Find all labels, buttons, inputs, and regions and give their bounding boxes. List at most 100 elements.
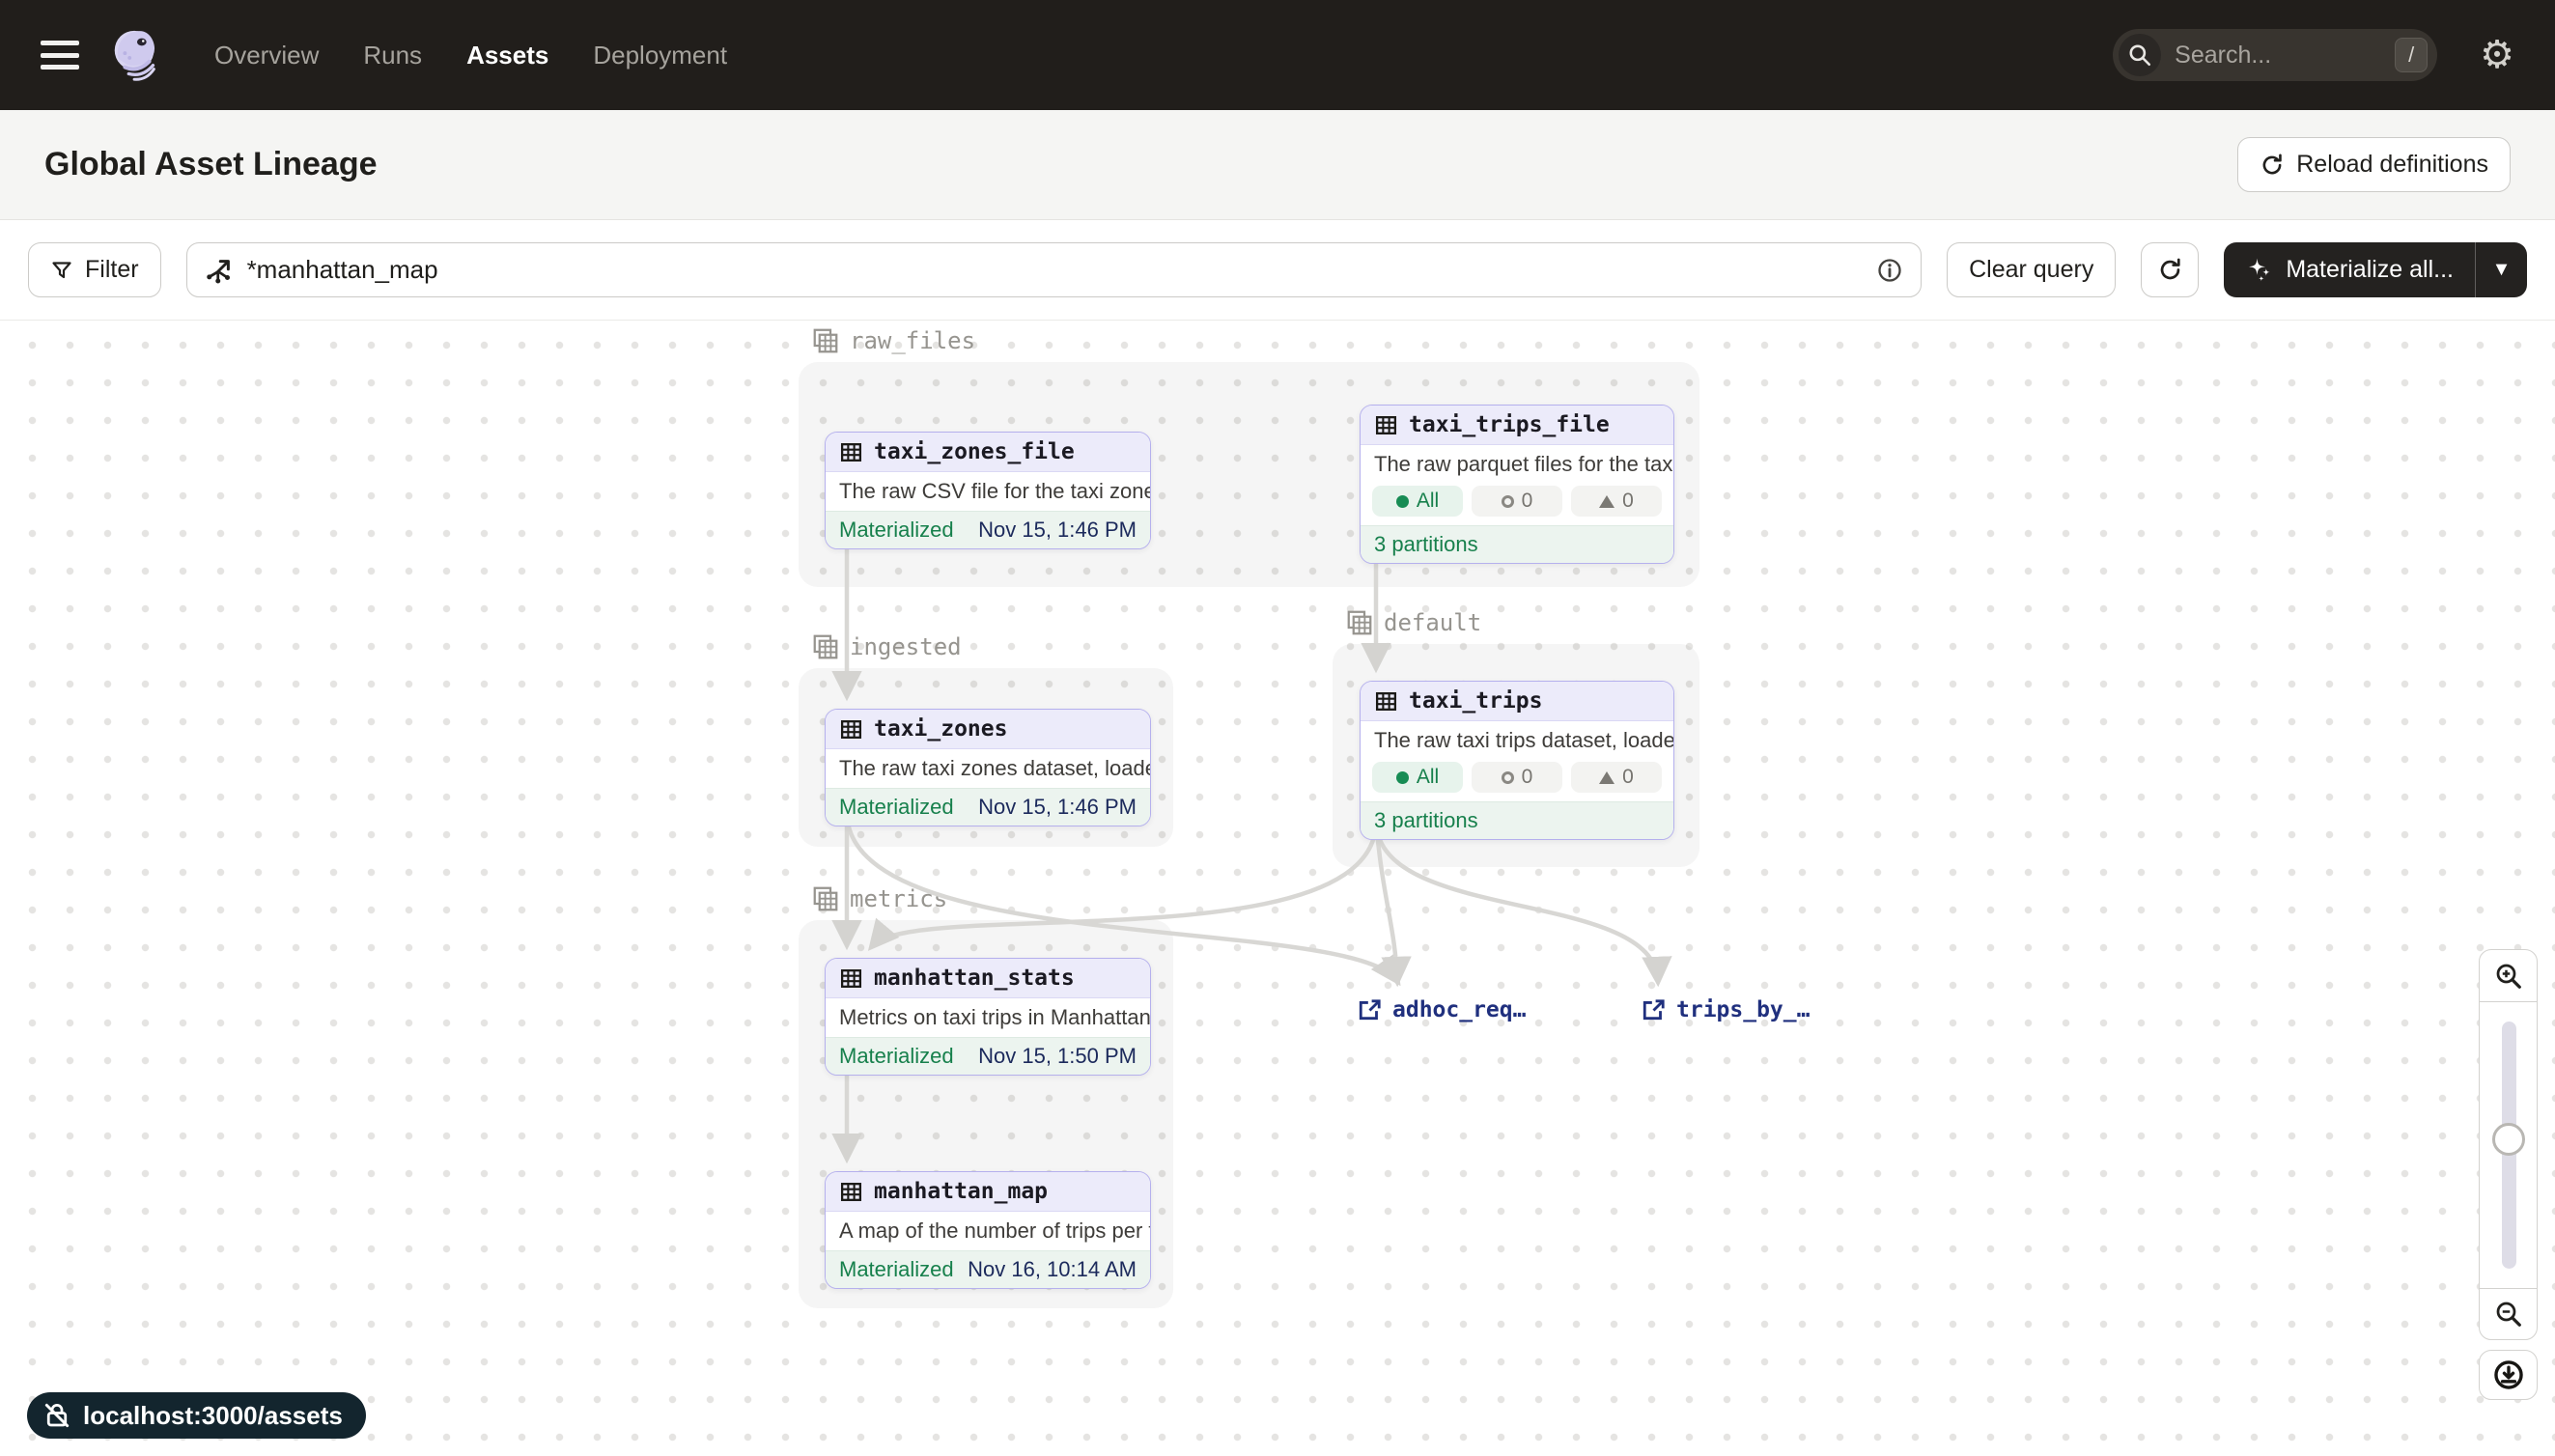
recenter-graph-button[interactable] bbox=[2479, 1350, 2538, 1400]
asset-name: manhattan_map bbox=[874, 1179, 1048, 1204]
materialization-timestamp: Nov 15, 1:46 PM bbox=[978, 518, 1137, 543]
asset-node-taxi-trips[interactable]: taxi_trips The raw taxi trips dataset, l… bbox=[1360, 681, 1674, 840]
green-dot-icon bbox=[1396, 771, 1409, 784]
reload-icon bbox=[2260, 153, 2285, 178]
materialize-all-button[interactable]: Materialize all... bbox=[2224, 242, 2475, 297]
asset-node-taxi-zones-file[interactable]: taxi_zones_file The raw CSV file for the… bbox=[825, 432, 1151, 549]
partition-health-pills: All 0 0 bbox=[1361, 484, 1673, 525]
asset-node-header: taxi_zones_file bbox=[826, 433, 1150, 472]
table-icon bbox=[839, 440, 863, 464]
asset-status-footer: 3 partitions bbox=[1361, 801, 1673, 839]
materialization-timestamp: Nov 15, 1:46 PM bbox=[978, 795, 1137, 820]
asset-name: manhattan_stats bbox=[874, 966, 1075, 991]
group-label-metrics[interactable]: metrics bbox=[811, 884, 947, 913]
asset-node-header: taxi_zones bbox=[826, 710, 1150, 749]
table-icon bbox=[839, 1180, 863, 1204]
nav-deployment[interactable]: Deployment bbox=[593, 41, 727, 70]
group-icon bbox=[811, 326, 840, 355]
menu-icon[interactable] bbox=[41, 41, 79, 70]
page-header: Global Asset Lineage Reload definitions bbox=[0, 110, 2555, 220]
partitions-failed-pill[interactable]: 0 bbox=[1472, 486, 1562, 517]
filter-button[interactable]: Filter bbox=[28, 242, 161, 297]
partition-health-pills: All 0 0 bbox=[1361, 760, 1673, 801]
group-icon bbox=[811, 884, 840, 913]
zoom-slider-track[interactable] bbox=[2502, 1022, 2516, 1269]
asset-status-footer: Materialized Nov 15, 1:46 PM bbox=[826, 511, 1150, 548]
external-asset-adhoc-request[interactable]: adhoc_req… bbox=[1358, 997, 1526, 1022]
zoom-slider[interactable] bbox=[2479, 1001, 2538, 1289]
group-label-ingested[interactable]: ingested bbox=[811, 632, 962, 661]
green-dot-icon bbox=[1396, 495, 1409, 508]
external-asset-trips-by-week[interactable]: trips_by_… bbox=[1642, 997, 1810, 1022]
asset-description: The raw parquet files for the taxi trips… bbox=[1361, 445, 1673, 484]
asset-description: The raw taxi trips dataset, loaded into … bbox=[1361, 721, 1673, 760]
search-placeholder: Search... bbox=[2175, 42, 2395, 70]
materialization-timestamp: Nov 15, 1:50 PM bbox=[978, 1044, 1137, 1069]
clear-query-button[interactable]: Clear query bbox=[1947, 242, 2116, 297]
asset-name: taxi_trips_file bbox=[1409, 412, 1610, 437]
top-nav: Overview Runs Assets Deployment Search..… bbox=[0, 0, 2555, 110]
partitions-all-pill[interactable]: All bbox=[1372, 762, 1463, 793]
asset-status-footer: Materialized Nov 15, 1:50 PM bbox=[826, 1037, 1150, 1075]
ring-icon bbox=[1502, 495, 1514, 508]
refresh-icon bbox=[2157, 257, 2183, 283]
asset-status-footer: Materialized Nov 16, 10:14 AM bbox=[826, 1250, 1150, 1288]
asset-description: Metrics on taxi trips in Manhattan bbox=[826, 998, 1150, 1037]
zoom-in-button[interactable] bbox=[2479, 949, 2538, 1002]
zoom-slider-thumb[interactable] bbox=[2492, 1123, 2525, 1156]
chevron-down-icon: ▼ bbox=[2492, 259, 2512, 281]
reload-definitions-button[interactable]: Reload definitions bbox=[2237, 137, 2511, 192]
asset-node-header: taxi_trips bbox=[1361, 682, 1673, 721]
nav-assets[interactable]: Assets bbox=[466, 41, 548, 70]
lineage-toolbar: Filter *manhattan_map Clear query Materi… bbox=[0, 220, 2555, 321]
table-icon bbox=[839, 717, 863, 742]
asset-description: The raw taxi zones dataset, loaded int..… bbox=[826, 749, 1150, 788]
materialize-all-split-button: Materialize all... ▼ bbox=[2224, 242, 2527, 297]
lineage-icon bbox=[205, 256, 234, 285]
dagster-logo[interactable] bbox=[106, 25, 166, 85]
materialization-timestamp: Nov 16, 10:14 AM bbox=[968, 1257, 1137, 1282]
asset-description: The raw CSV file for the taxi zones dat.… bbox=[826, 472, 1150, 511]
materialize-options-caret[interactable]: ▼ bbox=[2475, 242, 2527, 297]
settings-gear-icon[interactable]: ⚙ bbox=[2480, 36, 2514, 74]
partitions-failed-pill[interactable]: 0 bbox=[1472, 762, 1562, 793]
nav-overview[interactable]: Overview bbox=[214, 41, 319, 70]
slash-shortcut-key: / bbox=[2395, 38, 2428, 72]
search-input[interactable]: Search... / bbox=[2113, 29, 2437, 81]
asset-node-header: taxi_trips_file bbox=[1361, 406, 1673, 445]
ring-icon bbox=[1502, 771, 1514, 784]
zoom-in-icon bbox=[2494, 962, 2523, 991]
group-label-default[interactable]: default bbox=[1345, 608, 1481, 637]
asset-selection-input[interactable]: *manhattan_map bbox=[186, 242, 1923, 297]
asset-node-taxi-zones[interactable]: taxi_zones The raw taxi zones dataset, l… bbox=[825, 709, 1151, 826]
partitions-all-pill[interactable]: All bbox=[1372, 486, 1463, 517]
asset-name: taxi_trips bbox=[1409, 688, 1542, 714]
nav-runs[interactable]: Runs bbox=[363, 41, 422, 70]
status-badge: Materialized bbox=[839, 518, 954, 543]
status-badge: Materialized bbox=[839, 1257, 954, 1282]
asset-status-footer: Materialized Nov 15, 1:46 PM bbox=[826, 788, 1150, 826]
partitions-missing-pill[interactable]: 0 bbox=[1571, 486, 1662, 517]
asset-node-manhattan-stats[interactable]: manhattan_stats Metrics on taxi trips in… bbox=[825, 958, 1151, 1076]
info-icon[interactable] bbox=[1876, 257, 1903, 284]
asset-name: taxi_zones_file bbox=[874, 439, 1075, 464]
group-label-raw-files[interactable]: raw_files bbox=[811, 326, 975, 355]
group-icon bbox=[1345, 608, 1374, 637]
external-link-icon bbox=[1358, 997, 1383, 1022]
table-icon bbox=[1374, 413, 1398, 437]
partition-count: 3 partitions bbox=[1374, 808, 1478, 833]
asset-node-taxi-trips-file[interactable]: taxi_trips_file The raw parquet files fo… bbox=[1360, 405, 1674, 564]
refresh-graph-button[interactable] bbox=[2141, 242, 2199, 297]
zoom-out-button[interactable] bbox=[2479, 1288, 2538, 1340]
asset-lineage-graph[interactable]: raw_files ingested default metrics bbox=[0, 321, 2555, 1456]
nav-links: Overview Runs Assets Deployment bbox=[214, 41, 727, 70]
asset-node-header: manhattan_map bbox=[826, 1172, 1150, 1212]
status-badge: Materialized bbox=[839, 795, 954, 820]
asset-node-manhattan-map[interactable]: manhattan_map A map of the number of tri… bbox=[825, 1171, 1151, 1289]
asset-status-footer: 3 partitions bbox=[1361, 525, 1673, 563]
download-center-icon bbox=[2492, 1358, 2525, 1391]
partitions-missing-pill[interactable]: 0 bbox=[1571, 762, 1662, 793]
table-icon bbox=[839, 966, 863, 991]
page-title: Global Asset Lineage bbox=[44, 146, 378, 183]
asset-node-header: manhattan_stats bbox=[826, 959, 1150, 998]
